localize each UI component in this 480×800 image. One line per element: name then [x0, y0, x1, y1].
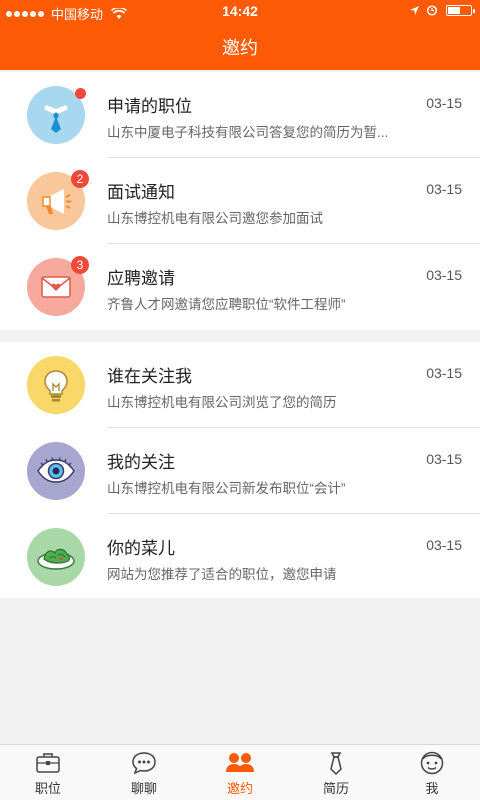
list-item-your-match[interactable]: 你的菜儿 网站为您推荐了适合的职位，邀您申请 03-15 [27, 514, 480, 600]
face-icon [420, 751, 444, 775]
item-subtitle: 山东中厦电子科技有限公司答复您的简历为暂... [107, 125, 389, 140]
lightbulb-icon [27, 356, 85, 414]
tab-invitations[interactable]: 邀约 [192, 745, 288, 800]
item-date: 03-15 [426, 95, 462, 111]
chat-icon [132, 752, 156, 775]
tab-label: 我 [425, 781, 439, 796]
briefcase-icon [36, 753, 60, 773]
tab-label: 职位 [34, 781, 61, 796]
item-subtitle: 山东博控机电有限公司新发布职位“会计” [107, 481, 346, 496]
unread-count-badge: 2 [71, 170, 89, 188]
tab-resume[interactable]: 简历 [288, 745, 384, 800]
item-date: 03-15 [426, 267, 462, 283]
list-item-who-follows-me[interactable]: 谁在关注我 山东博控机电有限公司浏览了您的简历 03-15 [27, 342, 480, 428]
item-date: 03-15 [426, 365, 462, 381]
item-subtitle: 网站为您推荐了适合的职位，邀您申请 [107, 567, 337, 582]
battery-icon [446, 4, 475, 16]
status-bar: 中国移动 14:42 [0, 0, 480, 24]
unread-count-badge: 3 [71, 256, 89, 274]
header: 中国移动 14:42 邀约 [0, 0, 480, 70]
invitation-list: 申请的职位 山东中厦电子科技有限公司答复您的简历为暂... 03-15 2 面试… [0, 72, 480, 330]
list-item-interview-notice[interactable]: 2 面试通知 山东博控机电有限公司邀您参加面试 03-15 [27, 158, 480, 244]
tie-outline-icon [330, 752, 342, 776]
eye-icon [27, 442, 85, 500]
item-subtitle: 山东博控机电有限公司邀您参加面试 [107, 211, 323, 226]
item-title: 应聘邀请 [107, 269, 175, 288]
unread-dot [75, 88, 86, 99]
list-item-job-invitation[interactable]: 3 应聘邀请 齐鲁人才网邀请您应聘职位“软件工程师” 03-15 [27, 244, 480, 330]
tab-me[interactable]: 我 [384, 745, 480, 800]
tab-label: 邀约 [226, 781, 253, 796]
dish-icon [27, 528, 85, 586]
tab-bar: 职位 聊聊 邀约 简历 我 [0, 744, 480, 800]
page-title: 邀约 [222, 38, 258, 58]
tab-chat[interactable]: 聊聊 [96, 745, 192, 800]
attention-list: 谁在关注我 山东博控机电有限公司浏览了您的简历 03-15 我的关注 山东博控机… [0, 342, 480, 598]
item-title: 面试通知 [107, 183, 175, 202]
item-title: 申请的职位 [107, 97, 192, 116]
tab-label: 简历 [322, 781, 349, 796]
tab-label: 聊聊 [130, 781, 157, 796]
list-item-applied-positions[interactable]: 申请的职位 山东中厦电子科技有限公司答复您的简历为暂... 03-15 [27, 72, 480, 158]
item-title: 你的菜儿 [107, 539, 175, 558]
item-subtitle: 山东博控机电有限公司浏览了您的简历 [107, 395, 337, 410]
tab-jobs[interactable]: 职位 [0, 745, 96, 800]
list-item-my-follows[interactable]: 我的关注 山东博控机电有限公司新发布职位“会计” 03-15 [27, 428, 480, 514]
item-date: 03-15 [426, 537, 462, 553]
item-subtitle: 齐鲁人才网邀请您应聘职位“软件工程师” [107, 297, 346, 312]
people-icon [226, 753, 254, 772]
alarm-icon [426, 5, 438, 16]
item-title: 谁在关注我 [107, 367, 192, 386]
location-icon [410, 5, 419, 15]
item-date: 03-15 [426, 451, 462, 467]
item-date: 03-15 [426, 181, 462, 197]
item-title: 我的关注 [107, 453, 175, 472]
